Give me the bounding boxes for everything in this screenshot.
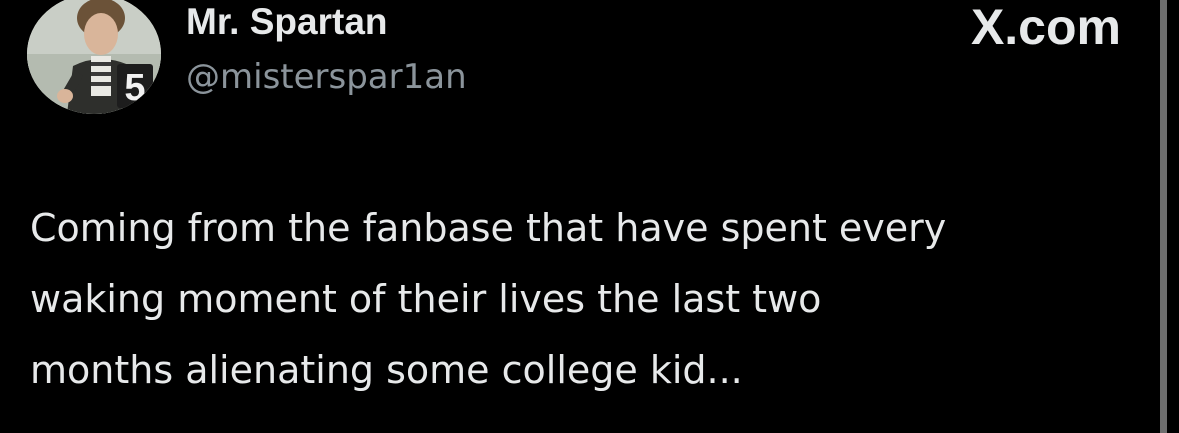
x-logo-icon[interactable]: X.com bbox=[971, 0, 1121, 54]
tweet-card: 5 Mr. Spartan @misterspar1an X.com Comin… bbox=[0, 0, 1179, 433]
avatar-badge: 5 bbox=[124, 67, 145, 109]
tweet-text-line: waking moment of their lives the last tw… bbox=[30, 277, 822, 321]
tweet-text: Coming from the fanbase that have spent … bbox=[30, 193, 1140, 406]
scrollbar[interactable] bbox=[1160, 0, 1167, 433]
author-handle[interactable]: @misterspar1an bbox=[186, 55, 467, 99]
tweet-text-line: Coming from the fanbase that have spent … bbox=[30, 206, 947, 250]
avatar[interactable]: 5 bbox=[27, 0, 161, 114]
author-display-name[interactable]: Mr. Spartan bbox=[186, 0, 388, 44]
tweet-text-line: months alienating some college kid... bbox=[30, 348, 743, 392]
avatar-image: 5 bbox=[27, 0, 161, 114]
